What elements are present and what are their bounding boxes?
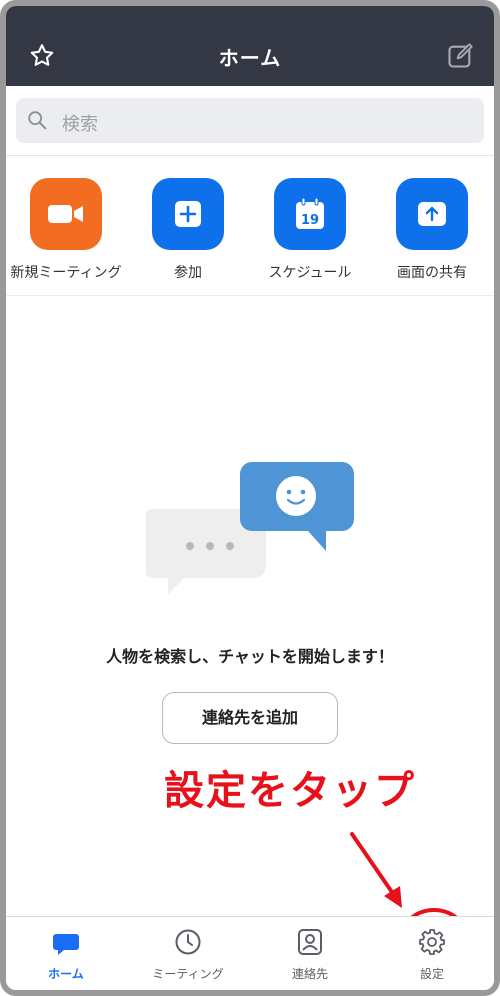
search-input[interactable]: 検索: [16, 98, 484, 143]
share-screen-label: 画面の共有: [397, 265, 467, 281]
quick-actions: 新規ミーティング 参加 19 スケジュール 画面の共有: [6, 156, 494, 296]
share-screen-tile[interactable]: [396, 178, 468, 250]
annotation-arrow: [350, 832, 402, 908]
join-tile[interactable]: [152, 178, 224, 250]
tab-meetings[interactable]: ミーティング: [128, 927, 248, 982]
search-icon: [28, 111, 47, 130]
calendar-icon: 19: [296, 197, 324, 229]
join-label: 参加: [174, 265, 202, 281]
search-section: 検索: [6, 86, 494, 156]
video-camera-icon: [48, 205, 83, 223]
tab-contacts[interactable]: 連絡先: [250, 927, 370, 982]
calendar-day: 19: [301, 213, 319, 228]
tab-home-label: ホーム: [48, 967, 84, 981]
app-header: ホーム: [6, 6, 494, 86]
compose-icon[interactable]: [446, 42, 474, 70]
plus-icon: [175, 201, 201, 227]
clock-icon: [175, 929, 201, 955]
tab-settings[interactable]: 設定: [372, 927, 492, 982]
new-meeting-label: 新規ミーティング: [10, 265, 122, 281]
empty-state-message: 人物を検索し、チャットを開始します！: [106, 647, 394, 666]
app-frame: ホーム 検索 新規ミーティング 参加 19 スケジュール 画面の共有 人物を検索…: [0, 0, 500, 996]
gear-icon: [419, 929, 445, 955]
contact-icon: [298, 929, 322, 955]
schedule-button[interactable]: 19 スケジュール: [250, 178, 370, 282]
new-meeting-tile[interactable]: [30, 178, 102, 250]
schedule-tile[interactable]: 19: [274, 178, 346, 250]
tab-home[interactable]: ホーム: [6, 927, 126, 982]
tab-settings-label: 設定: [419, 967, 444, 981]
add-contact-button[interactable]: 連絡先を追加: [162, 692, 338, 744]
bottom-tab-bar: ホーム ミーティング 連絡先 設定: [6, 916, 494, 990]
tab-contacts-label: 連絡先: [291, 967, 328, 981]
share-screen-icon: [418, 202, 446, 226]
schedule-label: スケジュール: [268, 265, 352, 281]
new-meeting-button[interactable]: 新規ミーティング: [6, 178, 126, 282]
chat-bubble-icon: [53, 934, 79, 955]
chat-illustration: [146, 462, 354, 594]
search-placeholder: 検索: [62, 114, 98, 135]
tab-meetings-label: ミーティング: [152, 967, 224, 981]
annotation-text: 設定をタップ: [164, 768, 416, 814]
page-title: ホーム: [218, 46, 282, 70]
join-button[interactable]: 参加: [128, 178, 248, 282]
share-screen-button[interactable]: 画面の共有: [372, 178, 492, 282]
